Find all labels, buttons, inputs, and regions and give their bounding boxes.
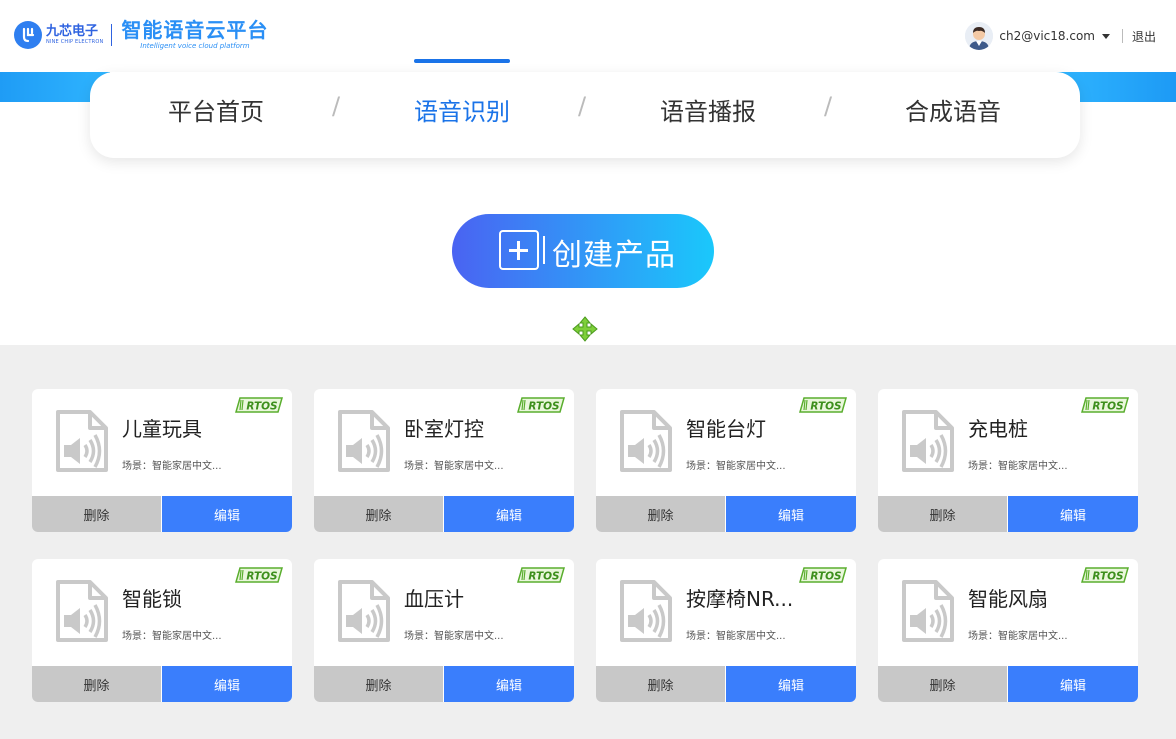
user-email[interactable]: ch2@vic18.com — [999, 29, 1095, 43]
rtos-badge: RTOS — [235, 567, 283, 583]
move-cursor-icon — [572, 316, 598, 342]
audio-file-icon — [620, 410, 672, 472]
audio-file-icon — [338, 410, 390, 472]
svg-text:RTOS: RTOS — [810, 571, 841, 583]
create-product-label: 创建产品 — [552, 238, 676, 273]
product-scene: 场景：智能家居中文... — [686, 461, 786, 472]
product-scene: 场景：智能家居中文... — [404, 461, 504, 472]
edit-button[interactable]: 编辑 — [726, 666, 856, 702]
product-scene: 场景：智能家居中文... — [122, 631, 222, 642]
logo-en-text: NINE CHIP ELECTRON — [46, 39, 104, 45]
svg-text:RTOS: RTOS — [528, 571, 559, 583]
active-tab-underline — [414, 59, 510, 63]
product-name: 按摩椅NR... — [686, 587, 794, 611]
delete-button[interactable]: 删除 — [314, 496, 443, 532]
audio-file-icon — [902, 580, 954, 642]
audio-file-icon — [338, 580, 390, 642]
tab-platform-home[interactable]: 平台首页 — [168, 92, 264, 127]
create-product-button[interactable]: 创建产品 — [452, 214, 714, 288]
brand-logo[interactable]: 九芯电子 NINE CHIP ELECTRON 智能语音云平台 Intellig… — [14, 18, 268, 52]
logo-divider — [111, 24, 113, 46]
delete-button[interactable]: 删除 — [878, 666, 1007, 702]
svg-text:RTOS: RTOS — [810, 401, 841, 413]
chevron-down-icon[interactable] — [1101, 33, 1110, 39]
delete-button[interactable]: 删除 — [32, 666, 161, 702]
nav-separator: / — [578, 92, 587, 120]
edit-button[interactable]: 编辑 — [162, 666, 292, 702]
platform-subtitle: Intelligent voice cloud platform — [140, 42, 250, 50]
edit-button[interactable]: 编辑 — [726, 496, 856, 532]
product-name: 智能台灯 — [686, 417, 766, 441]
product-name: 智能锁 — [122, 587, 182, 611]
user-menu: ch2@vic18.com 退出 — [965, 22, 1156, 50]
svg-text:RTOS: RTOS — [246, 571, 277, 583]
tab-speech-synthesis[interactable]: 合成语音 — [905, 92, 1001, 127]
product-card[interactable]: 血压计 场景：智能家居中文... RTOS 删除 编辑 — [314, 559, 574, 702]
logo-cn-text: 九芯电子 — [46, 24, 99, 39]
tab-voice-broadcast[interactable]: 语音播报 — [660, 92, 756, 127]
product-card[interactable]: 充电桩 场景：智能家居中文... RTOS 删除 编辑 — [878, 389, 1138, 532]
product-scene: 场景：智能家居中文... — [404, 631, 504, 642]
product-card[interactable]: 智能风扇 场景：智能家居中文... RTOS 删除 编辑 — [878, 559, 1138, 702]
product-card[interactable]: 智能锁 场景：智能家居中文... RTOS 删除 编辑 — [32, 559, 292, 702]
delete-button[interactable]: 删除 — [596, 666, 725, 702]
audio-file-icon — [56, 410, 108, 472]
product-scene: 场景：智能家居中文... — [686, 631, 786, 642]
top-header: 九芯电子 NINE CHIP ELECTRON 智能语音云平台 Intellig… — [0, 0, 1176, 72]
product-card[interactable]: 儿童玩具 场景：智能家居中文... RTOS 删除 编辑 — [32, 389, 292, 532]
svg-text:RTOS: RTOS — [1092, 401, 1123, 413]
product-card[interactable]: 按摩椅NR... 场景：智能家居中文... RTOS 删除 编辑 — [596, 559, 856, 702]
edit-button[interactable]: 编辑 — [444, 666, 574, 702]
delete-button[interactable]: 删除 — [596, 496, 725, 532]
audio-file-icon — [902, 410, 954, 472]
svg-text:RTOS: RTOS — [1092, 571, 1123, 583]
edit-button[interactable]: 编辑 — [444, 496, 574, 532]
header-divider — [1121, 29, 1123, 43]
product-name: 充电桩 — [968, 417, 1028, 441]
rtos-badge: RTOS — [517, 567, 565, 583]
nav-separator: / — [824, 92, 833, 120]
main-nav: 平台首页 / 语音识别 / 语音播报 / 合成语音 — [90, 72, 1080, 158]
svg-text:RTOS: RTOS — [246, 401, 277, 413]
edit-button[interactable]: 编辑 — [1008, 496, 1138, 532]
delete-button[interactable]: 删除 — [878, 496, 1007, 532]
product-name: 血压计 — [404, 587, 464, 611]
nav-separator: / — [332, 92, 341, 120]
rtos-badge: RTOS — [1081, 397, 1129, 413]
platform-title: 智能语音云平台 — [121, 18, 269, 42]
tab-speech-recognition[interactable]: 语音识别 — [414, 92, 510, 127]
delete-button[interactable]: 删除 — [32, 496, 161, 532]
logout-link[interactable]: 退出 — [1132, 28, 1156, 45]
product-name: 智能风扇 — [968, 587, 1048, 611]
product-scene: 场景：智能家居中文... — [968, 631, 1068, 642]
product-scene: 场景：智能家居中文... — [968, 461, 1068, 472]
rtos-badge: RTOS — [799, 567, 847, 583]
product-name: 卧室灯控 — [404, 417, 484, 441]
rtos-badge: RTOS — [517, 397, 565, 413]
product-name: 儿童玩具 — [122, 417, 202, 441]
rtos-badge: RTOS — [799, 397, 847, 413]
edit-button[interactable]: 编辑 — [1008, 666, 1138, 702]
product-card[interactable]: 卧室灯控 场景：智能家居中文... RTOS 删除 编辑 — [314, 389, 574, 532]
logo-mark-icon — [14, 21, 42, 49]
product-card[interactable]: 智能台灯 场景：智能家居中文... RTOS 删除 编辑 — [596, 389, 856, 532]
rtos-badge: RTOS — [235, 397, 283, 413]
product-scene: 场景：智能家居中文... — [122, 461, 222, 472]
audio-file-icon — [620, 580, 672, 642]
rtos-badge: RTOS — [1081, 567, 1129, 583]
add-square-icon — [499, 230, 545, 270]
svg-text:RTOS: RTOS — [528, 401, 559, 413]
delete-button[interactable]: 删除 — [314, 666, 443, 702]
avatar[interactable] — [965, 22, 994, 50]
audio-file-icon — [56, 580, 108, 642]
edit-button[interactable]: 编辑 — [162, 496, 292, 532]
